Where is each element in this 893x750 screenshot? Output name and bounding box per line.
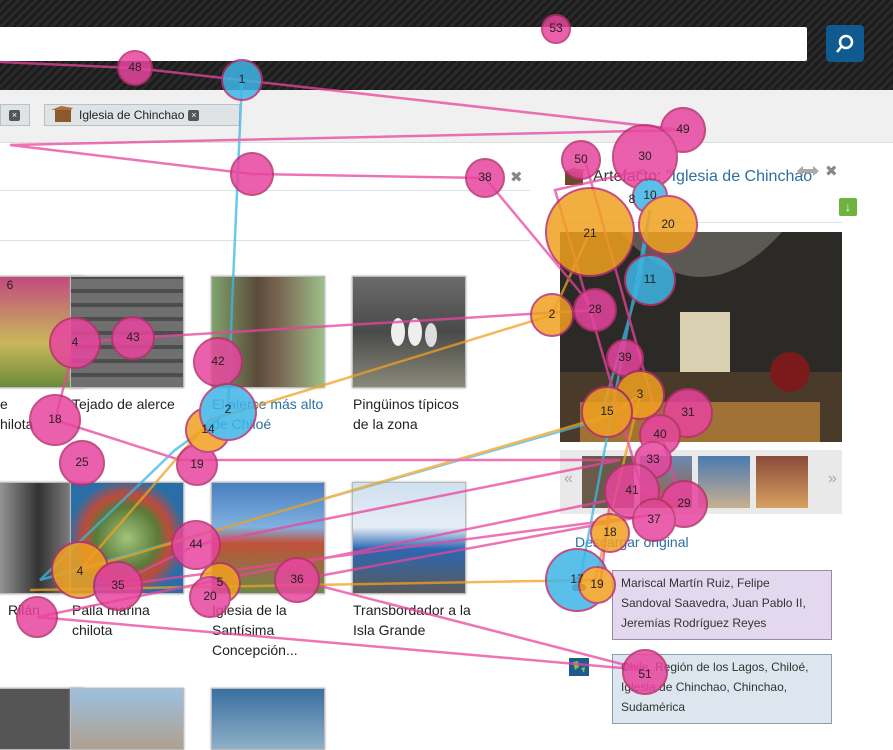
thumb-label[interactable]: Paila marina chilota <box>72 600 150 640</box>
box-icon <box>563 168 585 185</box>
top-bar <box>0 0 893 90</box>
thumb-label: e hilota <box>0 396 34 432</box>
thumbnail-transbordador[interactable] <box>352 482 466 594</box>
breadcrumb-current[interactable]: Iglesia de Chinchao × <box>44 104 240 126</box>
thumb-label: Rilán <box>8 602 40 618</box>
place-tags: Chile, Región de los Lagos, Chiloé, Igle… <box>612 654 832 724</box>
thumb-label[interactable]: Pingüinos típicos de la zona <box>353 394 459 434</box>
box-icon <box>51 106 73 122</box>
artifact-panel: Artefacto: "Iglesia de Chinchao" ✖ « » D… <box>555 142 893 733</box>
search-icon <box>836 34 854 53</box>
artifact-title: Artefacto: "Iglesia de Chinchao" <box>593 168 818 185</box>
download-original-link[interactable]: Descargar original <box>575 534 689 550</box>
thumbnail-paila[interactable] <box>70 482 184 594</box>
person-icon <box>572 576 586 591</box>
divider <box>0 190 530 191</box>
church-interior-image <box>560 232 842 442</box>
search-button[interactable] <box>826 25 864 62</box>
globe-icon <box>569 658 589 676</box>
search-input[interactable] <box>0 27 807 61</box>
thumb-label[interactable]: Transbordador a la Isla Grande <box>353 600 471 640</box>
close-icon[interactable]: × <box>9 109 20 121</box>
mini-thumbnail[interactable] <box>698 456 750 508</box>
penguins-image <box>391 318 437 347</box>
close-icon[interactable]: × <box>188 109 200 121</box>
mini-thumbnail[interactable] <box>756 456 808 508</box>
divider <box>560 222 842 223</box>
thumb-label[interactable]: El alerce más alto de Chiloé <box>212 394 323 434</box>
mini-thumbnail[interactable] <box>582 456 634 508</box>
breadcrumb-label: Iglesia de Chinchao <box>79 108 185 122</box>
mini-thumbnail[interactable] <box>640 456 692 508</box>
swap-icon[interactable] <box>795 164 821 178</box>
thumbnail[interactable] <box>211 688 325 750</box>
thumbnail-iglesia[interactable] <box>211 482 325 594</box>
thumbnail-pinguinos[interactable] <box>352 276 466 388</box>
thumbnail-tejado[interactable] <box>70 276 184 388</box>
main-photo[interactable] <box>560 232 842 442</box>
people-tags: Mariscal Martín Ruiz, Felipe Sandoval Sa… <box>612 570 832 640</box>
chevron-right-icon[interactable]: » <box>828 470 837 488</box>
breadcrumb: × Iglesia de Chinchao × ↓ <box>0 90 893 216</box>
chevron-left-icon[interactable]: « <box>564 470 573 488</box>
thumbnail-alerce[interactable] <box>211 276 325 388</box>
thumb-label[interactable]: Iglesia de la Santísima Concepción... <box>212 600 298 660</box>
divider <box>0 240 530 241</box>
breadcrumb-previous[interactable]: × <box>0 104 30 126</box>
thumbnail[interactable] <box>70 688 184 750</box>
results-panel: ✖ e hilota Tejado de alerce El alerce má… <box>0 142 540 750</box>
close-panel-icon[interactable]: ✖ <box>510 168 523 186</box>
thumbnail-strip: « » <box>560 450 842 514</box>
close-icon[interactable]: ✖ <box>825 162 838 180</box>
thumb-label[interactable]: Tejado de alerce <box>72 394 175 414</box>
